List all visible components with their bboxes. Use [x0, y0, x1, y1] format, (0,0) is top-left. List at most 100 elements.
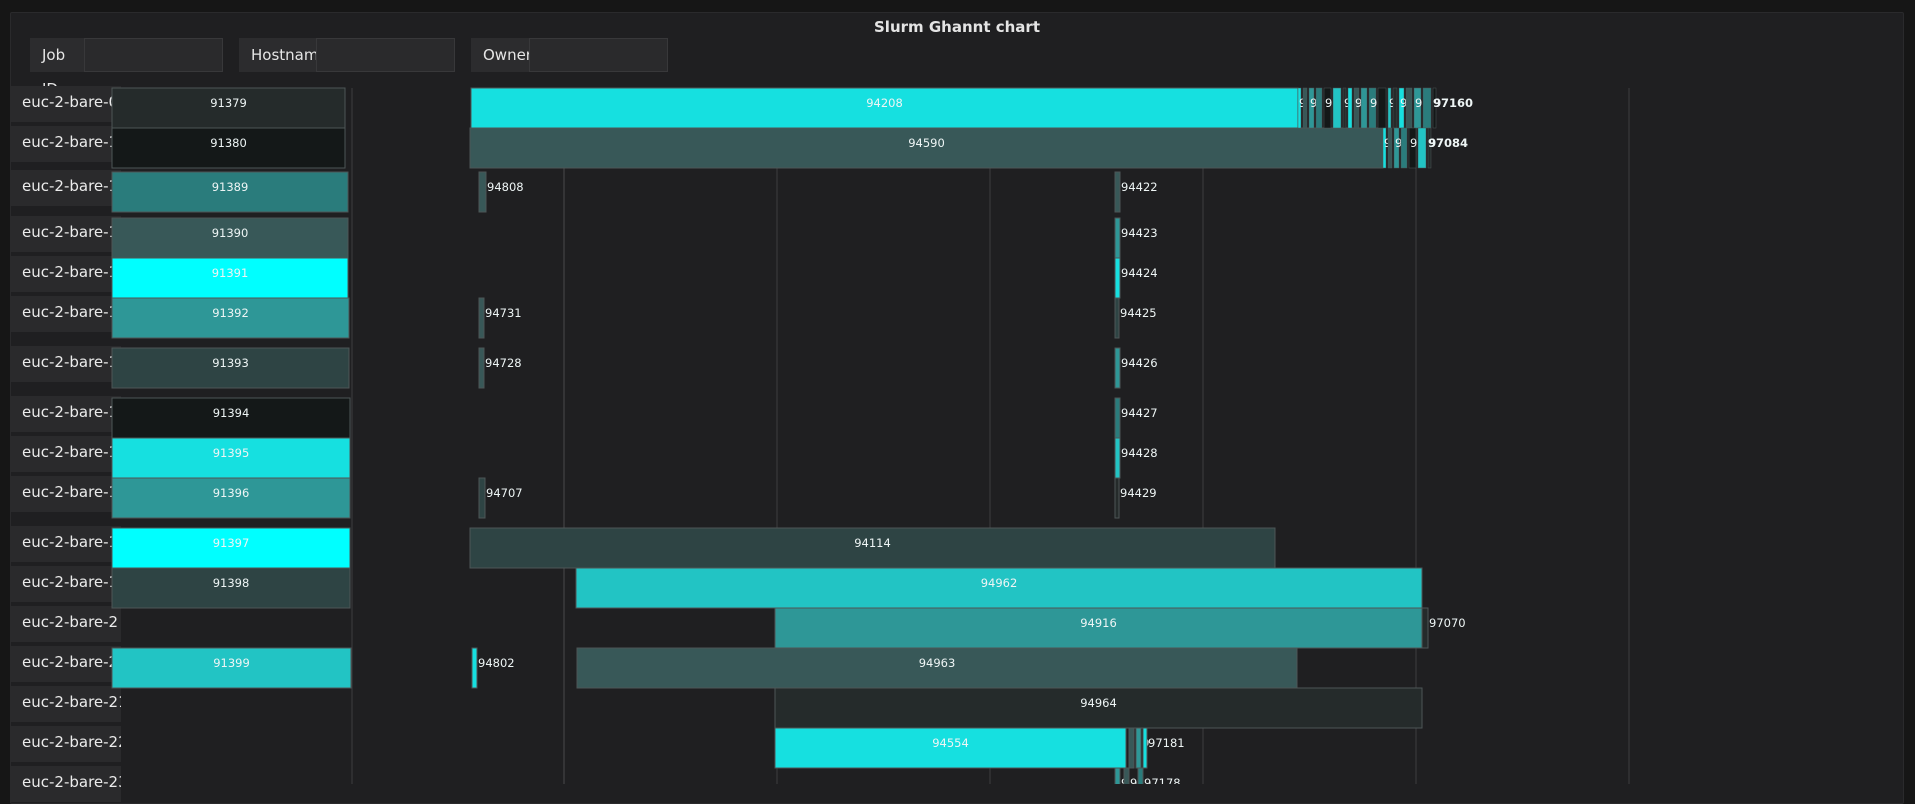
job-bar-rect[interactable] — [1315, 87, 1323, 129]
job-id-label: 94554 — [932, 736, 969, 750]
job-bar-rect[interactable] — [1360, 87, 1368, 129]
job-bar[interactable]: 91399 — [111, 647, 352, 689]
job-id-label: 94427 — [1121, 406, 1158, 420]
job-bar-rect[interactable] — [1417, 127, 1427, 169]
job-bar[interactable]: 94426 — [1114, 347, 1158, 389]
job-bar-rect[interactable] — [1114, 767, 1121, 784]
job-bar[interactable]: 94423 — [1114, 217, 1158, 259]
job-bar-rect[interactable] — [471, 647, 478, 689]
job-bar-rect[interactable] — [1392, 87, 1398, 129]
job-bar[interactable]: 91389 — [111, 171, 349, 213]
job-id-label: 94802 — [478, 656, 515, 670]
job-bar-rect[interactable] — [1400, 127, 1408, 169]
job-bar-rect[interactable] — [1114, 257, 1121, 299]
job-bar[interactable]: 94964 — [774, 687, 1423, 729]
job-id-label: 94707 — [486, 486, 523, 500]
job-bar[interactable]: 94554 — [774, 727, 1127, 769]
job-bar[interactable]: 94424 — [1114, 257, 1158, 299]
job-bar[interactable]: 94428 — [1114, 437, 1158, 479]
job-bar-rect[interactable] — [1114, 297, 1120, 339]
job-id-label: 97084 — [1428, 136, 1468, 150]
job-bar-rect[interactable] — [1114, 437, 1121, 479]
job-cluster[interactable]: 9 9 9 997084 — [1382, 127, 1468, 169]
job-bar[interactable]: 9 — [1123, 767, 1137, 784]
job-bar[interactable]: 91391 — [111, 257, 349, 299]
job-bar[interactable]: 94808 — [478, 171, 524, 213]
job-id-label: 91389 — [212, 180, 249, 194]
job-bar[interactable]: 94731 — [478, 297, 522, 339]
job-bar-rect[interactable] — [1123, 767, 1130, 784]
job-bar-rect[interactable] — [1387, 127, 1393, 169]
job-bar[interactable]: 91395 — [111, 437, 351, 479]
job-id-label: 91392 — [212, 306, 249, 320]
job-id-label: 91394 — [213, 406, 250, 420]
job-id-label: 94426 — [1121, 356, 1158, 370]
job-id-label: 94428 — [1121, 446, 1158, 460]
job-bar[interactable]: 94422 — [1114, 171, 1158, 213]
job-id-label: 94208 — [866, 96, 903, 110]
job-bar[interactable]: 94962 — [575, 567, 1423, 609]
job-bar[interactable]: 94429 — [1114, 477, 1157, 519]
job-id-label: 94422 — [1121, 180, 1158, 194]
job-id-label: 91396 — [213, 486, 250, 500]
job-bar[interactable]: 94963 — [576, 647, 1298, 689]
job-id-label: 97181 — [1148, 736, 1185, 750]
job-id-label: 91380 — [210, 136, 247, 150]
job-bar-rect[interactable] — [1114, 171, 1121, 213]
job-bar[interactable]: 91398 — [111, 567, 351, 609]
job-bar-rect[interactable] — [478, 347, 485, 389]
job-bar[interactable]: 91394 — [111, 397, 351, 439]
job-bar-rect[interactable] — [1405, 87, 1413, 129]
job-bar[interactable]: 91380 — [111, 127, 346, 169]
job-bar[interactable]: 94114 — [469, 527, 1276, 569]
job-bar-rect[interactable] — [1332, 87, 1342, 129]
job-bar-rect[interactable] — [1142, 727, 1148, 769]
job-bar[interactable]: 94208 — [470, 87, 1299, 129]
job-id-label: 94590 — [908, 136, 945, 150]
job-bar-rect[interactable] — [1114, 217, 1121, 259]
job-id-label: 94423 — [1121, 226, 1158, 240]
job-bar-rect[interactable] — [478, 297, 485, 339]
job-bar-rect[interactable] — [478, 171, 487, 213]
job-bar-rect[interactable] — [1137, 767, 1144, 784]
job-bar[interactable]: 94802 — [471, 647, 515, 689]
job-bar[interactable]: 91392 — [111, 297, 350, 339]
job-bar-rect[interactable] — [1422, 87, 1432, 129]
job-id-label: 94424 — [1121, 266, 1158, 280]
job-bar-rect[interactable] — [1114, 477, 1120, 519]
job-bar-rect[interactable] — [1114, 397, 1121, 439]
job-bar[interactable]: 94590 — [469, 127, 1384, 169]
job-bar-rect[interactable] — [1114, 347, 1121, 389]
job-bar[interactable]: 94425 — [1114, 297, 1157, 339]
job-bar-rect[interactable] — [1347, 87, 1353, 129]
job-id-label: 91398 — [213, 576, 250, 590]
job-id-label: 91390 — [212, 226, 249, 240]
job-bar[interactable]: 91393 — [111, 347, 350, 389]
job-id-label: 94962 — [981, 576, 1018, 590]
job-bar[interactable]: 94728 — [478, 347, 522, 389]
job-id-label: 94963 — [919, 656, 956, 670]
job-bar-rect[interactable] — [1135, 727, 1142, 769]
job-bar-rect[interactable] — [1377, 87, 1387, 129]
job-bar-rect[interactable] — [1421, 607, 1429, 649]
job-bar[interactable]: 91397 — [111, 527, 351, 569]
job-bar[interactable]: 97178 — [1137, 767, 1181, 784]
job-id-label: 94916 — [1080, 616, 1117, 630]
job-id-label: 91393 — [212, 356, 249, 370]
job-id-label: 97178 — [1144, 776, 1181, 784]
job-bar[interactable]: 94707 — [478, 477, 523, 519]
job-cluster[interactable]: 9 9 9 9 9 9 9 9 9 997160 — [1297, 87, 1473, 129]
job-bar[interactable]: 91396 — [111, 477, 351, 519]
job-id-label: 94429 — [1120, 486, 1157, 500]
job-bar[interactable]: 91379 — [111, 87, 346, 129]
job-bar[interactable]: 97070 — [1421, 607, 1466, 649]
job-bar[interactable]: 94916 — [774, 607, 1423, 649]
job-bar[interactable]: 91390 — [111, 217, 349, 259]
job-bar-rect[interactable] — [478, 477, 486, 519]
job-bar-rect[interactable] — [1128, 727, 1135, 769]
job-bar-rect[interactable] — [1302, 87, 1308, 129]
job-id-label: 9 — [1130, 776, 1137, 784]
job-bar[interactable]: 97181 — [1142, 727, 1185, 769]
job-id-label: 9 — [1415, 96, 1422, 110]
job-bar[interactable]: 94427 — [1114, 397, 1158, 439]
